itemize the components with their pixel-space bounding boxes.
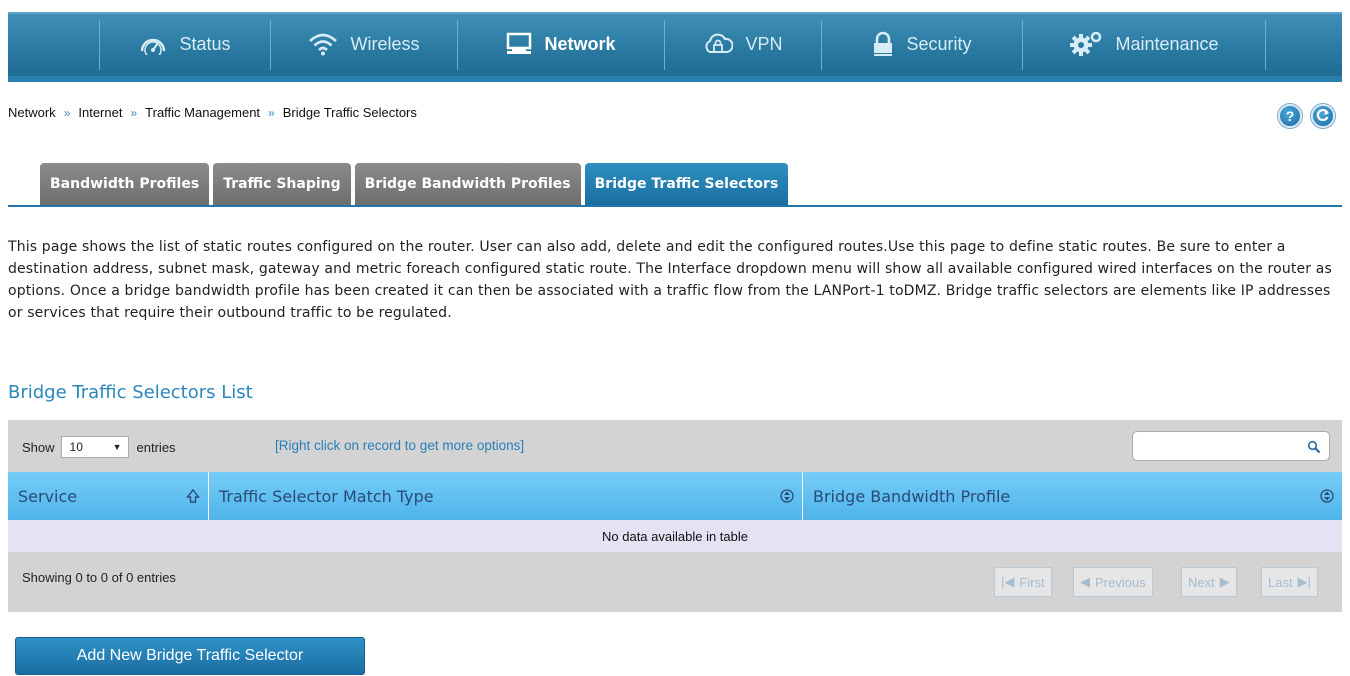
nav-item-maintenance[interactable]: Maintenance <box>1023 12 1265 76</box>
table-footer: Showing 0 to 0 of 0 entries |◀ First ◀ P… <box>8 552 1342 612</box>
nav-label-security: Security <box>906 33 972 54</box>
section-title: Bridge Traffic Selectors List <box>8 382 253 403</box>
search-input[interactable] <box>1132 431 1330 461</box>
right-click-hint: [Right click on record to get more optio… <box>275 438 525 453</box>
nav-item-vpn[interactable]: VPN <box>665 12 821 76</box>
pager-previous-label: Previous <box>1095 574 1146 590</box>
breadcrumb-item[interactable]: Network <box>8 105 56 120</box>
tab-bridge-traffic-selectors[interactable]: Bridge Traffic Selectors <box>584 163 789 205</box>
nav-divider <box>99 20 100 70</box>
refresh-button[interactable] <box>1311 104 1335 128</box>
help-button[interactable]: ? <box>1278 104 1302 128</box>
sort-both-icon <box>1320 488 1334 508</box>
gauge-icon <box>139 33 167 55</box>
nav-item-status[interactable]: Status <box>100 12 270 76</box>
nav-label-vpn: VPN <box>745 33 783 54</box>
nav-item-wireless[interactable]: Wireless <box>271 12 457 76</box>
monitor-icon <box>506 32 532 56</box>
nav-label-status: Status <box>179 33 231 54</box>
nav-underline <box>8 76 1342 82</box>
tab-bar: Bandwidth Profiles Traffic Shaping Bridg… <box>40 163 792 205</box>
breadcrumb-item[interactable]: Traffic Management <box>145 105 260 120</box>
nav-label-maintenance: Maintenance <box>1115 33 1219 54</box>
breadcrumb-separator: » <box>130 106 138 120</box>
entries-control: Show 10 ▼ entries <box>22 436 176 458</box>
nav-label-network: Network <box>544 33 616 54</box>
entries-select[interactable]: 10 ▼ <box>60 436 129 458</box>
breadcrumb-separator: » <box>63 106 71 120</box>
last-page-icon: ▶| <box>1297 574 1311 589</box>
sort-ascending-icon <box>186 488 200 508</box>
pager-last-label: Last <box>1268 574 1293 590</box>
first-page-icon: |◀ <box>1001 574 1015 589</box>
column-header-match-type[interactable]: Traffic Selector Match Type <box>209 472 803 520</box>
sort-both-icon <box>780 488 794 508</box>
table-info: Showing 0 to 0 of 0 entries <box>22 570 176 585</box>
gears-icon <box>1069 31 1103 57</box>
nav-item-security[interactable]: Security <box>822 12 1022 76</box>
cloud-lock-icon <box>703 32 734 56</box>
next-page-icon: ▶ <box>1219 574 1230 589</box>
pager-last-button[interactable]: Last ▶| <box>1261 567 1318 597</box>
pager-next-label: Next <box>1188 574 1215 590</box>
table-controls: Show 10 ▼ entries [Right click on record… <box>8 420 1342 472</box>
dropdown-arrow-icon: ▼ <box>112 442 122 452</box>
search-icon <box>1307 439 1321 458</box>
pager-previous-button[interactable]: ◀ Previous <box>1073 567 1153 597</box>
top-navigation: Status Wireless Network VPN Security Mai… <box>8 0 1342 82</box>
nav-divider <box>1265 20 1266 70</box>
entries-label: entries <box>136 439 176 455</box>
wifi-icon <box>308 32 338 56</box>
show-label: Show <box>22 439 55 455</box>
nav-label-wireless: Wireless <box>350 33 420 54</box>
add-new-bridge-traffic-selector-button[interactable]: Add New Bridge Traffic Selector <box>15 637 365 675</box>
pager-first-button[interactable]: |◀ First <box>994 567 1052 597</box>
column-header-service[interactable]: Service <box>8 472 209 520</box>
tab-traffic-shaping[interactable]: Traffic Shaping <box>213 163 351 205</box>
tab-underline <box>8 205 1342 207</box>
breadcrumb: Network » Internet » Traffic Management » Brid… <box>8 105 417 120</box>
pager-first-label: First <box>1019 574 1045 590</box>
table-empty-row: No data available in table <box>8 520 1342 552</box>
column-label: Bridge Bandwidth Profile <box>813 486 1011 506</box>
help-icon: ? <box>1285 108 1295 124</box>
refresh-icon <box>1316 108 1330 125</box>
tab-bandwidth-profiles[interactable]: Bandwidth Profiles <box>40 163 210 205</box>
breadcrumb-item[interactable]: Internet <box>78 105 122 120</box>
column-label: Service <box>18 486 78 506</box>
padlock-icon <box>872 31 894 57</box>
column-header-bandwidth-profile[interactable]: Bridge Bandwidth Profile <box>803 472 1342 520</box>
nav-item-network[interactable]: Network <box>458 12 664 76</box>
page-description: This page shows the list of static route… <box>8 239 1332 321</box>
breadcrumb-current: Bridge Traffic Selectors <box>282 105 417 120</box>
table-header: Service Traffic Selector Match Type Brid… <box>8 472 1342 520</box>
breadcrumb-separator: » <box>268 106 275 120</box>
tab-bridge-bandwidth-profiles[interactable]: Bridge Bandwidth Profiles <box>354 163 581 205</box>
previous-page-icon: ◀ <box>1080 574 1090 589</box>
entries-select-value: 10 <box>69 440 83 454</box>
column-label: Traffic Selector Match Type <box>219 486 434 506</box>
pager-next-button[interactable]: Next ▶ <box>1181 567 1237 597</box>
